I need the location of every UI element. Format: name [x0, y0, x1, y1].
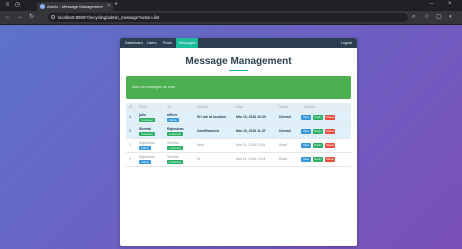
extensions-icon[interactable]: ▢ — [436, 13, 442, 22]
table-row: 3 Sheetal Customer Rajendran Customer hm… — [126, 125, 351, 139]
subject: Hmk — [197, 143, 204, 147]
to-name: Rajendran — [167, 127, 184, 131]
zoom-icon[interactable]: ⌕ — [412, 13, 415, 22]
url-text: localhost:8080/?/recycling/admin_message… — [58, 15, 160, 20]
from-name: Rajendran — [139, 141, 155, 145]
subject: hmmReached — [197, 129, 220, 133]
reply-button[interactable]: Reply — [313, 129, 323, 134]
table-row: 4 john Customer officer Admin Hi I am at… — [126, 111, 351, 125]
from-role-badge: Admin — [139, 160, 151, 164]
date: Mar 15, 2026 11:37 — [236, 129, 266, 133]
minimize-icon[interactable]: – — [430, 1, 433, 7]
view-button[interactable]: View — [301, 157, 311, 162]
row-id: 3 — [129, 129, 131, 133]
col-actions: Actions — [304, 105, 316, 109]
from-name: john — [139, 113, 147, 117]
to-name: Sheetal — [167, 141, 179, 145]
date: Mar 15, 2026 10:30 — [236, 115, 266, 119]
status: Unread — [279, 115, 291, 119]
subject: Hi I am at location — [197, 115, 227, 119]
back-icon[interactable]: ← — [5, 13, 11, 22]
browser-menu-icon[interactable]: ≡ — [4, 2, 11, 9]
nav-dashboard[interactable]: Dashboard — [122, 38, 146, 48]
from-name: Sheetal — [139, 127, 152, 131]
col-subject: Subject — [197, 105, 209, 109]
bookmark-star-icon[interactable]: ☆ — [424, 13, 429, 22]
col-to: To — [167, 105, 171, 109]
browser-toolbar: ← → ↻ localhost:8080/?/recycling/admin_m… — [0, 11, 462, 25]
nav-posts[interactable]: Posts — [160, 38, 175, 48]
col-id: ID — [129, 105, 133, 109]
col-from: From — [139, 105, 147, 109]
reply-button[interactable]: Reply — [313, 115, 323, 120]
new-tab-icon[interactable]: + — [114, 1, 118, 8]
page-title: Message Management — [185, 56, 292, 67]
table-row: 1 Rajendran Admin Sheetal Customer Hi Ma… — [126, 153, 351, 167]
browser-tab[interactable]: Admin - Message Management × — [37, 2, 113, 11]
tab-title: Admin - Message Management — [47, 4, 103, 9]
forward-icon[interactable]: → — [17, 13, 23, 22]
address-bar[interactable]: localhost:8080/?/recycling/admin_message… — [48, 13, 408, 22]
to-name: officer — [167, 113, 178, 117]
delete-button[interactable]: Delete — [325, 157, 335, 162]
from-role-badge: Customer — [139, 118, 156, 122]
tab-favicon-icon — [40, 4, 45, 9]
table-header: ID From To Subject Date Status Actions — [126, 103, 351, 111]
delete-button[interactable]: Delete — [325, 115, 335, 120]
nav-users[interactable]: Users — [144, 38, 159, 48]
table-row: 2 Rajendran Admin Sheetal Customer Hmk M… — [126, 139, 351, 153]
nav-messages[interactable]: Messages — [176, 38, 199, 48]
row-id: 4 — [129, 115, 131, 119]
row-id: 1 — [129, 157, 131, 161]
row-id: 2 — [129, 143, 131, 147]
reply-button[interactable]: Reply — [313, 143, 323, 148]
status: Read — [279, 157, 288, 161]
view-button[interactable]: View — [301, 129, 311, 134]
delete-button[interactable]: Delete — [325, 143, 335, 148]
site-info-icon[interactable] — [51, 15, 55, 19]
browser-tab-search-icon[interactable]: ◷ — [14, 2, 21, 9]
reply-button[interactable]: Reply — [313, 157, 323, 162]
view-button[interactable]: View — [301, 143, 311, 148]
view-button[interactable]: View — [301, 115, 311, 120]
col-date: Date — [236, 105, 244, 109]
to-role-badge: Customer — [167, 146, 184, 150]
from-name: Rajendran — [139, 155, 155, 159]
date: Mar 15, 2026 13:04 — [236, 157, 266, 161]
reload-icon[interactable]: ↻ — [29, 13, 34, 22]
col-status: Status — [279, 105, 289, 109]
logout-link[interactable]: Logout — [338, 38, 355, 48]
title-underline — [229, 70, 248, 71]
to-role-badge: Customer — [167, 132, 184, 136]
to-name: Sheetal — [167, 155, 179, 159]
to-role-badge: Customer — [167, 160, 184, 164]
delete-button[interactable]: Delete — [325, 129, 335, 134]
browser-tab-bar: ≡ ◷ Admin - Message Management × + – × — [0, 0, 462, 11]
window-close-icon[interactable]: × — [448, 1, 452, 7]
top-navbar: Dashboard Users Posts Messages Logout — [120, 38, 357, 48]
profile-icon[interactable]: ◐ — [449, 13, 453, 22]
status: Unread — [279, 129, 291, 133]
status: Read — [279, 143, 288, 147]
from-role-badge: Admin — [139, 146, 151, 150]
close-tab-icon[interactable]: × — [107, 2, 110, 11]
date: Mar 15, 2026 13:04 — [236, 143, 266, 147]
subject: Hi — [197, 157, 201, 161]
from-role-badge: Customer — [139, 132, 156, 136]
mark-all-read-banner[interactable]: Mark all messages as read — [126, 76, 351, 99]
app-container: Dashboard Users Posts Messages Logout Me… — [120, 38, 357, 246]
to-role-badge: Admin — [167, 118, 179, 122]
